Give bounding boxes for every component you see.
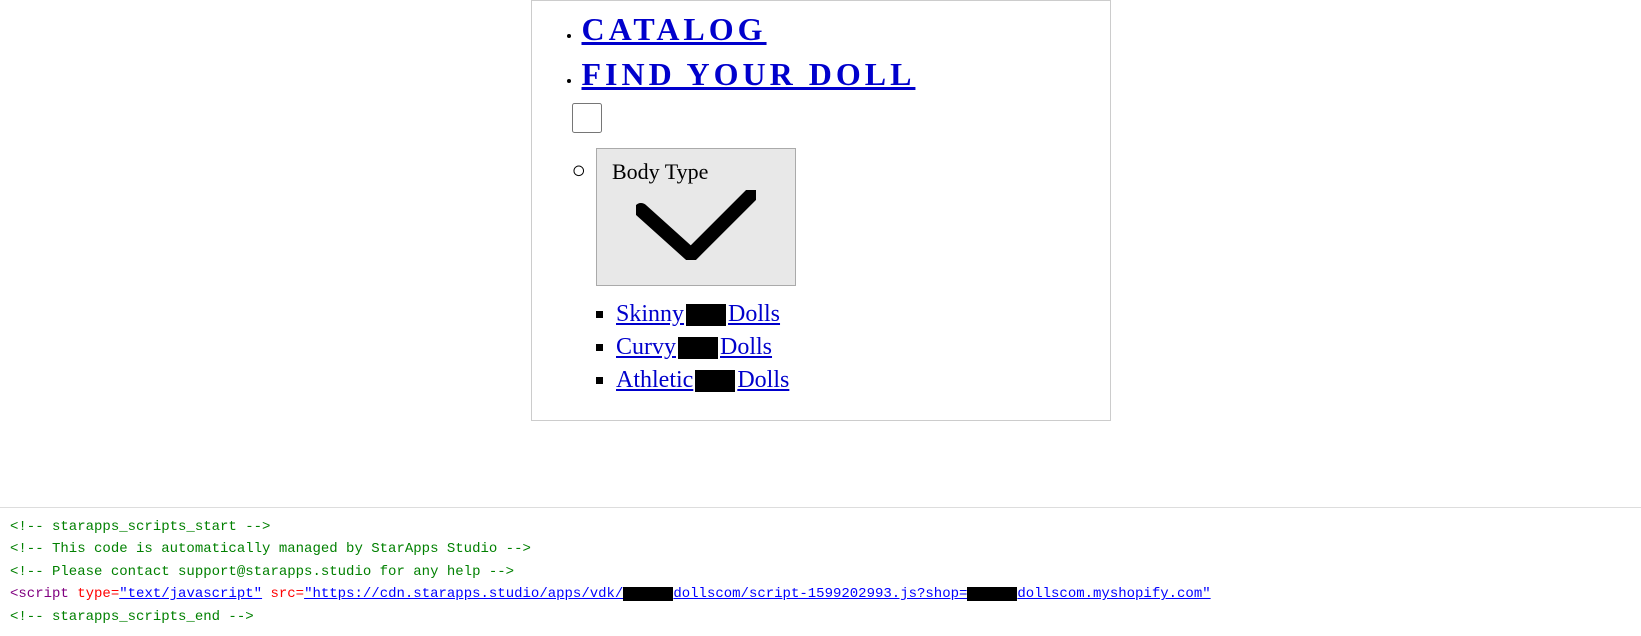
athletic-dolls-link[interactable]: AthleticDolls: [616, 367, 789, 393]
radio-bullet: ○: [572, 158, 587, 185]
redacted-3: [695, 370, 735, 392]
code-comment-1: <!-- starapps_scripts_start -->: [10, 519, 270, 535]
code-line-4: <script type="text/javascript" src="http…: [10, 583, 1631, 605]
catalog-nav-item: CATALOG: [582, 11, 1090, 48]
find-doll-link[interactable]: FIND YOUR DOLL: [582, 56, 916, 92]
body-type-section: ○ Body Type SkinnyDolls CurvyDolls: [562, 148, 1090, 400]
nav-list: CATALOG FIND YOUR DOLL: [562, 11, 1090, 93]
code-attr-src: src=: [270, 586, 304, 602]
list-item-curvy: CurvyDolls: [616, 334, 796, 361]
code-line-3: <!-- Please contact support@starapps.stu…: [10, 561, 1631, 583]
dropdown-label: Body Type: [612, 159, 780, 185]
code-string-src: "https://cdn.starapps.studio/apps/vdk/do…: [304, 586, 1211, 602]
code-attr-type: type=: [77, 586, 119, 602]
find-doll-nav-item: FIND YOUR DOLL: [582, 56, 1090, 93]
code-comment-3: <!-- Please contact support@starapps.stu…: [10, 564, 514, 580]
code-line-1: <!-- starapps_scripts_start -->: [10, 516, 1631, 538]
code-comment-5: <!-- starapps_scripts_end -->: [10, 609, 254, 625]
dropdown-container: Body Type SkinnyDolls CurvyDolls: [596, 148, 796, 400]
dropdown-box[interactable]: Body Type: [596, 148, 796, 286]
nav-panel: CATALOG FIND YOUR DOLL ○ Body Type: [531, 0, 1111, 421]
checkbox-input[interactable]: [572, 103, 602, 133]
curvy-dolls-link[interactable]: CurvyDolls: [616, 334, 772, 360]
sub-list: SkinnyDolls CurvyDolls AthleticDolls: [596, 301, 796, 400]
catalog-link[interactable]: CATALOG: [582, 11, 767, 47]
checkmark-icon: [636, 190, 756, 260]
main-content: CATALOG FIND YOUR DOLL ○ Body Type: [0, 0, 1641, 421]
list-item-athletic: AthleticDolls: [616, 367, 796, 394]
code-line-5: <!-- starapps_scripts_end -->: [10, 606, 1631, 628]
code-section: <!-- starapps_scripts_start --> <!-- Thi…: [0, 507, 1641, 636]
redacted-1: [686, 304, 726, 326]
page-wrapper: CATALOG FIND YOUR DOLL ○ Body Type: [0, 0, 1641, 636]
skinny-dolls-link[interactable]: SkinnyDolls: [616, 301, 780, 327]
list-item-skinny: SkinnyDolls: [616, 301, 796, 328]
redacted-2: [678, 337, 718, 359]
code-line-2: <!-- This code is automatically managed …: [10, 538, 1631, 560]
checkbox-container: [572, 103, 1090, 138]
code-string-type: "text/javascript": [119, 586, 262, 602]
code-tag-script: <script: [10, 586, 77, 602]
code-comment-2: <!-- This code is automatically managed …: [10, 541, 531, 557]
